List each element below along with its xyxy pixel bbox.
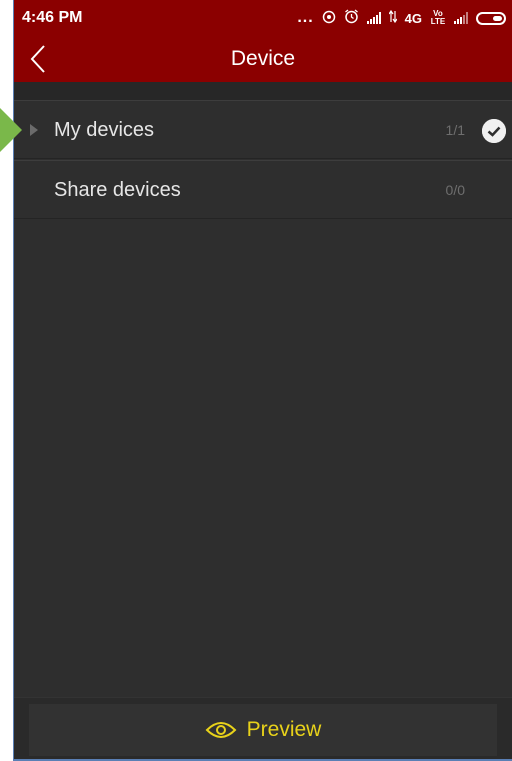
battery-icon — [476, 11, 506, 25]
signal-icon-2 — [454, 12, 468, 24]
more-dots-icon: ... — [297, 9, 314, 26]
bottom-bar: Preview — [14, 697, 512, 759]
list-item-my-devices[interactable]: My devices 1/1 — [14, 100, 512, 159]
hotspot-icon — [322, 10, 336, 27]
nav-bar: Device — [14, 36, 512, 82]
status-icons: ... 4G Vo LTE — [297, 8, 506, 28]
header-divider — [14, 82, 512, 100]
eye-icon — [205, 722, 237, 738]
annotation-arrow — [0, 108, 22, 152]
list-item-label: Share devices — [54, 179, 181, 201]
preview-label: Preview — [246, 718, 322, 741]
preview-button[interactable]: Preview — [29, 704, 497, 756]
checkmark-icon[interactable] — [482, 119, 506, 143]
status-bar: 4:46 PM ... 4G Vo LTE — [14, 0, 512, 36]
device-count: 1/1 — [445, 122, 465, 138]
list-item-label: My devices — [54, 119, 155, 141]
alarm-icon — [344, 9, 359, 27]
triangle-right-icon — [30, 124, 38, 136]
data-transfer-icon — [388, 9, 398, 26]
list-item-share-devices[interactable]: Share devices 0/0 — [14, 160, 512, 219]
volte-badge: Vo LTE — [430, 9, 446, 26]
page-title: Device — [230, 47, 296, 70]
status-time: 4:46 PM — [22, 9, 83, 26]
network-type: 4G — [404, 10, 422, 26]
app-screen: 4:46 PM ... 4G Vo LTE Device My devices … — [13, 0, 512, 761]
device-count: 0/0 — [445, 182, 465, 198]
signal-icon — [366, 12, 381, 24]
